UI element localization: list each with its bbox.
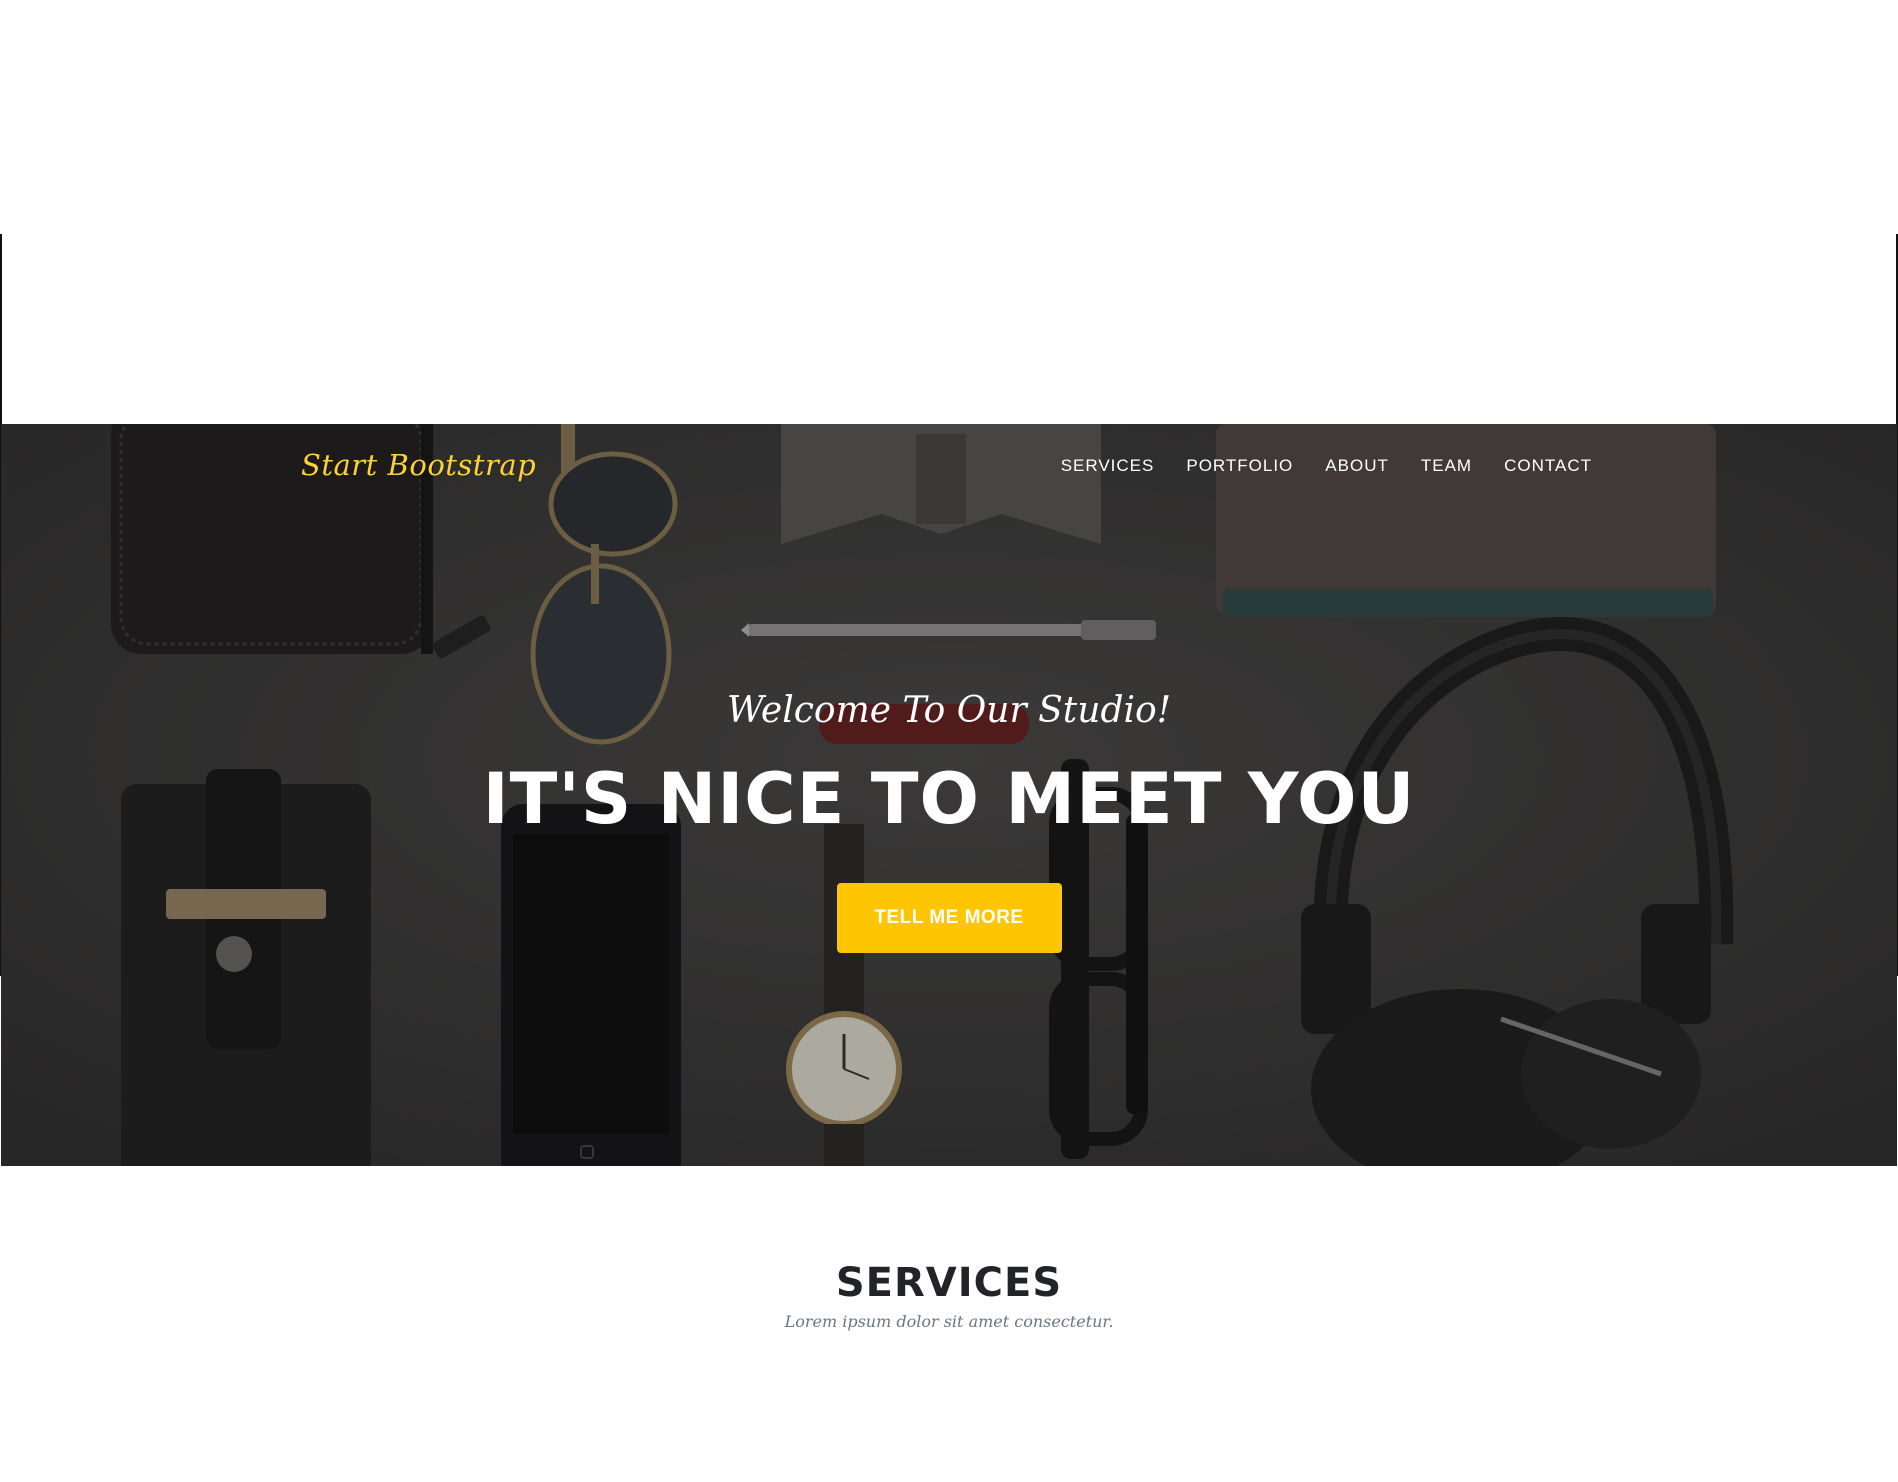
services-section: SERVICES Lorem ipsum dolor sit amet cons… (0, 1258, 1898, 1331)
nav-link-team[interactable]: TEAM (1405, 456, 1488, 476)
brand-logo[interactable]: Start Bootstrap (301, 448, 536, 482)
tell-me-more-button[interactable]: TELL ME MORE (836, 883, 1062, 953)
nav-link-portfolio[interactable]: PORTFOLIO (1170, 456, 1309, 476)
navbar: Start Bootstrap SERVICES PORTFOLIO ABOUT… (1, 424, 1897, 512)
hero-section: Start Bootstrap SERVICES PORTFOLIO ABOUT… (1, 424, 1897, 1166)
hero-intro: Welcome To Our Studio! IT'S NICE TO MEET… (1, 689, 1897, 953)
page: Start Bootstrap SERVICES PORTFOLIO ABOUT… (0, 0, 1898, 1482)
services-subheading: Lorem ipsum dolor sit amet consectetur. (784, 1312, 1114, 1331)
hero-lead-in: Welcome To Our Studio! (726, 690, 1172, 731)
hero-heading: IT'S NICE TO MEET YOU (482, 758, 1416, 840)
nav-links: SERVICES PORTFOLIO ABOUT TEAM CONTACT (1045, 456, 1592, 476)
nav-link-about[interactable]: ABOUT (1309, 456, 1405, 476)
services-heading: SERVICES (835, 1260, 1063, 1306)
nav-link-contact[interactable]: CONTACT (1488, 456, 1592, 476)
nav-link-services[interactable]: SERVICES (1045, 456, 1171, 476)
